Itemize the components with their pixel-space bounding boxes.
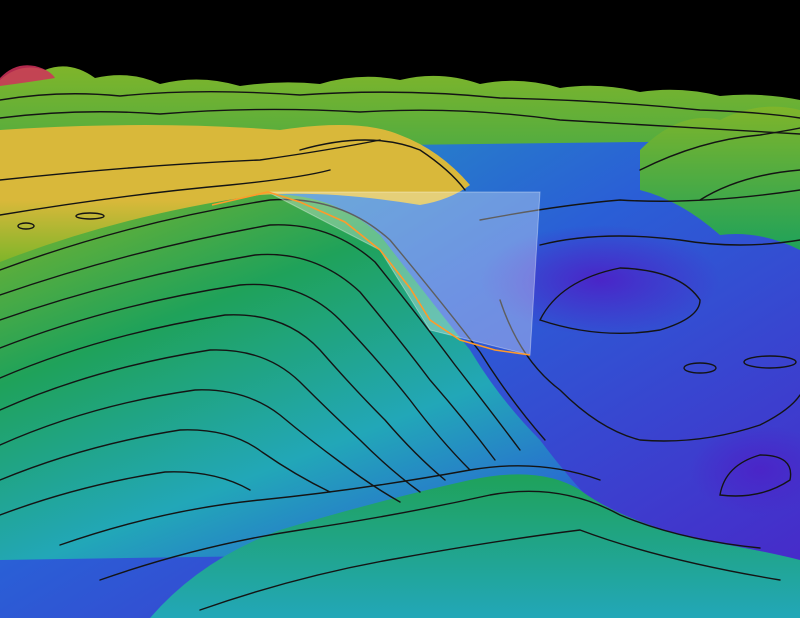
- bathymetry-scene: [0, 0, 800, 618]
- terrain-render: [0, 0, 800, 618]
